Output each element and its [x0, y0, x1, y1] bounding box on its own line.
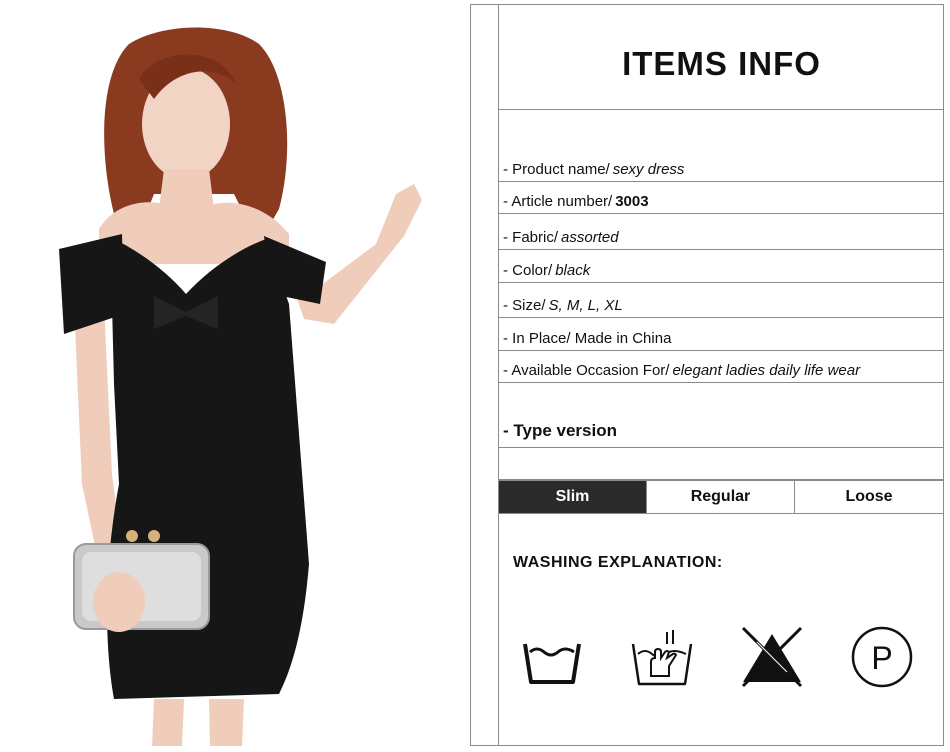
article-number-row: - Article number/ 3003 [499, 182, 944, 214]
wash-tub-icon [517, 622, 587, 692]
row-value: 3003 [615, 193, 649, 210]
do-not-bleach-icon [737, 622, 807, 692]
title-cell: ITEMS INFO [499, 4, 944, 110]
dry-clean-p-icon: P [847, 622, 917, 692]
column-gutter [471, 4, 499, 746]
row-value: S, M, L, XL [548, 297, 623, 314]
type-version-row: - Type version [499, 383, 944, 448]
hand-wash-icon [627, 622, 697, 692]
model-illustration [59, 27, 422, 746]
washing-title: WASHING EXPLANATION: [513, 554, 723, 571]
dry-clean-letter: P [871, 640, 892, 676]
product-photo [4, 4, 471, 746]
row-label: - Product name/ [503, 161, 610, 178]
fit-label: Loose [845, 488, 893, 505]
items-info-title: ITEMS INFO [622, 44, 821, 82]
type-version-label: - Type version [503, 421, 617, 440]
made-in-row: - In Place/ Made in China [499, 318, 944, 351]
items-info-panel: ITEMS INFO - Product name/ sexy dress - … [499, 4, 944, 746]
fit-option-slim[interactable]: Slim [499, 480, 647, 514]
row-label: - Fabric/ [503, 229, 559, 246]
row-label: - Article number/ [503, 193, 613, 210]
fit-option-regular[interactable]: Regular [647, 480, 795, 514]
row-label: - Available Occasion For/ [503, 362, 670, 379]
row-value: assorted [561, 229, 619, 246]
row-label: - In Place/ Made in China [503, 330, 672, 347]
row-value: sexy dress [612, 161, 685, 178]
spacer-row [499, 448, 944, 480]
color-row: - Color/ black [499, 250, 944, 283]
row-value: black [555, 262, 591, 279]
fit-label: Slim [555, 488, 590, 505]
occasion-row: - Available Occasion For/ elegant ladies… [499, 351, 944, 383]
fit-option-loose[interactable]: Loose [795, 480, 944, 514]
size-row: - Size/ S, M, L, XL [499, 283, 944, 318]
fabric-row: - Fabric/ assorted [499, 214, 944, 250]
row-value: elegant ladies daily life wear [672, 362, 861, 379]
fit-label: Regular [690, 488, 751, 505]
row-label: - Size/ [503, 297, 546, 314]
product-name-row: - Product name/ sexy dress [499, 110, 944, 182]
row-label: - Color/ [503, 262, 553, 279]
